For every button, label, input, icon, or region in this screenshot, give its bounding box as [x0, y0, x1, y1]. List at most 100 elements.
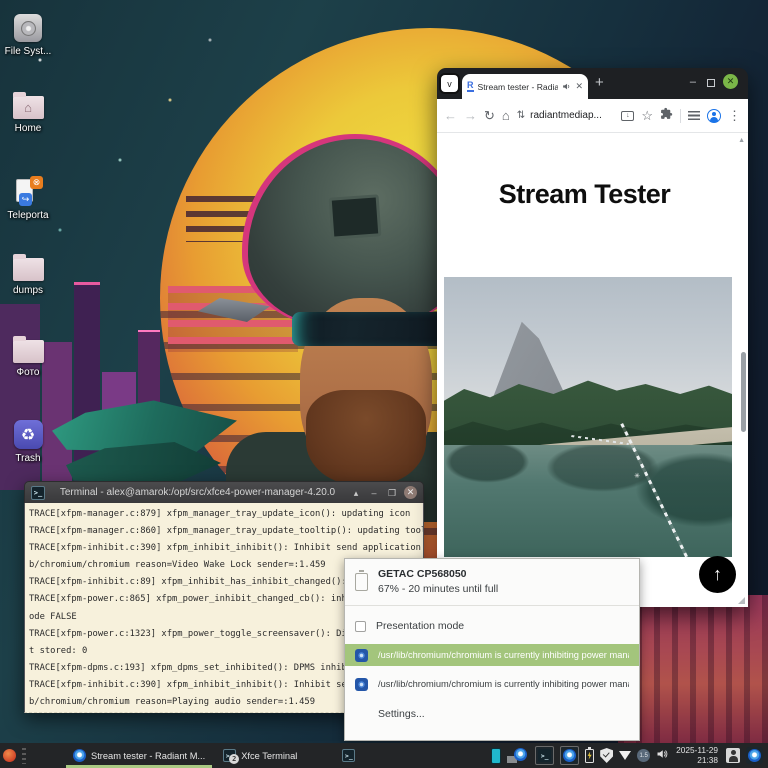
forward-icon[interactable]: →	[464, 109, 477, 122]
panel-handle	[22, 747, 26, 764]
task-label: Xfce Terminal	[241, 750, 298, 761]
minimize-button[interactable]: –	[690, 76, 696, 89]
desktop: File Syst... ⌂ Home ⊗ ↪ Teleporta dumps Ф…	[0, 0, 768, 768]
desktop-icon-teleporta[interactable]: ⊗ ↪ Teleporta	[2, 176, 54, 221]
profile-avatar-icon[interactable]	[707, 108, 721, 123]
inhibitor-item-highlighted[interactable]: /usr/lib/chromium/chromium is currently …	[345, 644, 639, 666]
teleporta-icon: ⊗ ↪	[13, 176, 43, 206]
back-to-top-button[interactable]: ↑	[699, 556, 736, 593]
clock[interactable]: 2025-11-29 21:38	[676, 745, 718, 765]
battery-device-item[interactable]: GETAC CP568050 67% - 20 minutes until fu…	[345, 566, 639, 601]
window-group-icon[interactable]	[507, 747, 529, 764]
phone-tray-icon[interactable]	[491, 747, 502, 764]
desktop-icon-filesystem[interactable]: File Syst...	[2, 14, 54, 57]
browser-tab[interactable]: R Stream tester - Radiant M ✕	[462, 74, 588, 99]
tab-search-button[interactable]: v	[441, 75, 458, 92]
desktop-icon-label: Teleporta	[7, 210, 49, 221]
inhibitor-label: /usr/lib/chromium/chromium is currently …	[378, 650, 629, 660]
inhibitor-label: /usr/lib/chromium/chromium is currently …	[378, 679, 629, 689]
chromium-icon	[355, 648, 368, 662]
terminal-launcher-icon[interactable]: >_	[535, 746, 555, 765]
home-folder-icon: ⌂	[12, 92, 44, 119]
window-count-badge: 2	[229, 754, 240, 764]
battery-charging-icon[interactable]	[585, 746, 595, 763]
bookmark-star-icon[interactable]: ☆	[641, 109, 653, 122]
chromium-launcher-icon[interactable]	[560, 746, 580, 765]
folder-icon	[12, 254, 44, 281]
scrollbar-up-arrow[interactable]: ▲	[738, 137, 745, 144]
shield-check-icon[interactable]	[600, 748, 614, 763]
install-app-icon[interactable]: ↓	[621, 110, 635, 121]
page-title: Stream Tester	[498, 179, 671, 209]
close-button[interactable]: ✕	[723, 74, 738, 89]
tab-title: Stream tester - Radiant M	[477, 81, 559, 92]
desktop-icon-trash[interactable]: ♻ Trash	[2, 420, 54, 464]
terminal-icon: >_	[31, 485, 45, 500]
video-buoy-marker: ✳	[634, 473, 640, 480]
clock-time: 21:38	[697, 754, 718, 765]
url-text: radiantmediap...	[530, 110, 602, 121]
chromium-tray-icon[interactable]	[746, 747, 763, 764]
terminal-titlebar[interactable]: >_ Terminal - alex@amarok:/opt/src/xfce4…	[24, 481, 424, 503]
video-water	[444, 445, 732, 557]
drive-icon	[14, 14, 42, 42]
task-label: Stream tester - Radiant M...	[91, 750, 206, 761]
terminal-icon: >_ 2	[223, 749, 240, 764]
power-manager-menu: GETAC CP568050 67% - 20 minutes until fu…	[344, 558, 640, 741]
scrollbar-thumb[interactable]	[741, 352, 746, 432]
taskbar-task-terminal[interactable]: >_ 2 Xfce Terminal	[216, 743, 304, 768]
reading-list-icon[interactable]	[688, 111, 700, 120]
battery-icon	[355, 569, 368, 591]
home-icon[interactable]: ⌂	[502, 109, 510, 122]
desktop-icon-dumps[interactable]: dumps	[2, 254, 54, 296]
minimize-button[interactable]: –	[368, 487, 380, 499]
browser-menu-icon[interactable]: ⋮	[728, 109, 741, 122]
desktop-icon-label: Home	[14, 123, 42, 134]
battery-status: 67% - 20 minutes until full	[378, 583, 499, 595]
site-info-icon[interactable]: ⇅	[517, 110, 525, 121]
address-bar[interactable]: ⇅ radiantmediap...	[517, 110, 615, 121]
checkbox-icon[interactable]	[355, 620, 366, 632]
tab-close-icon[interactable]: ✕	[575, 81, 583, 92]
settings-menu-item[interactable]: Settings...	[345, 702, 639, 720]
desktop-icon-home[interactable]: ⌂ Home	[2, 92, 54, 134]
browser-window: v R Stream tester - Radiant M ✕ + – ✕ ← …	[437, 68, 748, 607]
desktop-icon-label: Trash	[15, 453, 41, 464]
favicon: R	[467, 80, 474, 92]
keyboard-layout-icon[interactable]	[726, 748, 740, 763]
web-page: Stream Tester ▲ ✳ ↑	[437, 133, 748, 607]
terminal-title: Terminal - alex@amarok:/opt/src/xfce4-po…	[59, 487, 336, 498]
desktop-icon-label: File Syst...	[4, 46, 52, 57]
system-tray: >_ 1.5 2025-11-29 21:38	[491, 745, 765, 765]
new-tab-button[interactable]: +	[595, 75, 604, 91]
video-player[interactable]: ✳	[444, 277, 732, 557]
chromium-icon	[355, 677, 368, 691]
close-button[interactable]: ✕	[404, 486, 417, 499]
wallpaper-sunglasses	[292, 312, 444, 346]
maximize-button[interactable]: ❐	[386, 487, 398, 499]
folder-icon	[12, 336, 44, 363]
wallpaper-helmet-camera	[328, 194, 382, 240]
taskbar-terminal-icon[interactable]: >_	[342, 749, 356, 762]
desktop-icon-label: Фото	[16, 367, 40, 378]
taskbar: Stream tester - Radiant M... >_ 2 Xfce T…	[0, 743, 768, 768]
presentation-mode-item[interactable]: Presentation mode	[345, 615, 639, 637]
toolbar-divider	[680, 108, 681, 123]
browser-toolbar: ← → ↻ ⌂ ⇅ radiantmediap... ↓ ☆ ⋮	[437, 99, 748, 133]
wallpaper-city-right	[618, 595, 768, 743]
audio-playing-icon	[562, 82, 571, 91]
triangle-tray-icon[interactable]	[619, 751, 632, 760]
volume-icon[interactable]	[656, 747, 668, 765]
shade-button[interactable]: ▴	[350, 487, 362, 499]
taskbar-task-browser[interactable]: Stream tester - Radiant M...	[66, 743, 213, 768]
back-icon[interactable]: ←	[444, 109, 457, 122]
inhibitor-item[interactable]: /usr/lib/chromium/chromium is currently …	[345, 673, 639, 695]
reload-icon[interactable]: ↻	[484, 109, 495, 122]
extensions-puzzle-icon[interactable]	[660, 107, 673, 125]
desktop-icon-photo[interactable]: Фото	[2, 336, 54, 378]
window-resize-grip[interactable]	[738, 597, 745, 604]
browser-tabstrip: v R Stream tester - Radiant M ✕ + – ✕	[437, 68, 748, 99]
speed-badge-icon[interactable]: 1.5	[637, 749, 651, 762]
maximize-button[interactable]	[707, 79, 715, 87]
applications-menu-icon[interactable]	[3, 749, 16, 762]
